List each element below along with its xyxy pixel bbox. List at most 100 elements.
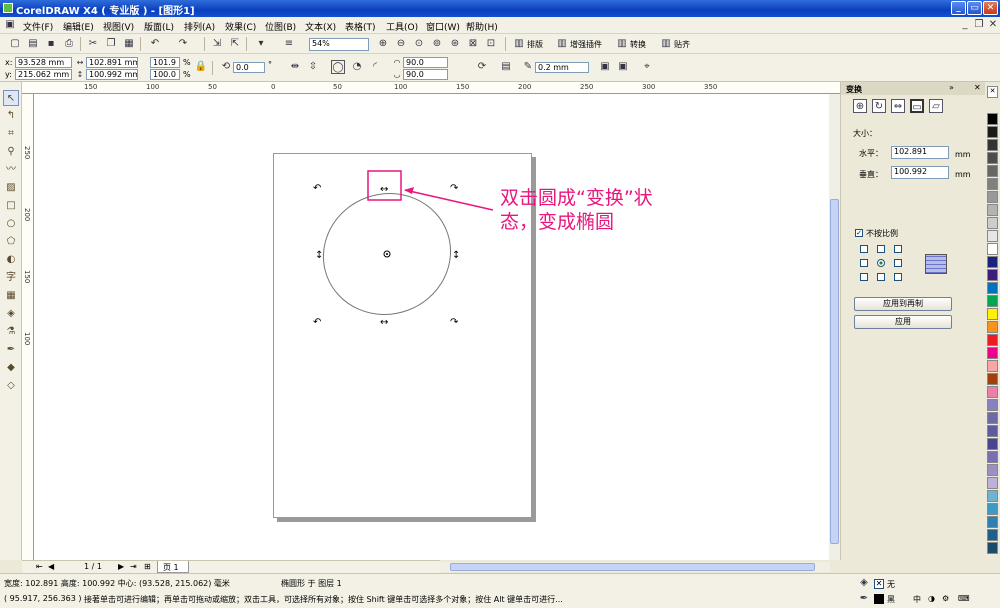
skew-handle-right[interactable]: ↕ [452,250,460,261]
ime-indicator[interactable]: 中 [913,594,921,605]
swatch[interactable] [987,217,998,229]
unit-label-2: mm [955,170,971,179]
swatch[interactable] [987,139,998,151]
docker-close-icon[interactable]: ✕ [974,83,981,92]
swatch-none[interactable]: ✕ [987,86,998,98]
anchor-tr[interactable] [894,245,902,253]
swatch[interactable] [987,542,998,554]
swatch[interactable] [987,438,998,450]
swatch[interactable] [987,113,998,125]
swatch[interactable] [987,386,998,398]
swatch[interactable] [987,269,998,281]
anchor-mr[interactable] [894,259,902,267]
object-info: 椭圆形 于 图层 1 [281,579,342,588]
anchor-center[interactable] [877,259,885,267]
cursor-coordinates: ( 95.917, 256.363 ) [4,594,82,603]
swatch[interactable] [987,425,998,437]
skew-handle-top[interactable]: ↔ [380,184,388,195]
swatch[interactable] [987,295,998,307]
swatch[interactable] [987,152,998,164]
horizontal-scrollbar[interactable] [440,562,830,572]
swatch[interactable] [987,412,998,424]
swatch[interactable] [987,204,998,216]
nonproportional-label: 不按比例 [866,229,898,238]
anchor-bc[interactable] [877,273,885,281]
swatch[interactable] [987,347,998,359]
unit-label: mm [955,150,971,159]
vertical-scroll-thumb[interactable] [830,199,839,544]
outline-label: 黑 [887,595,895,604]
nonproportional-checkbox[interactable]: ✓ [855,229,863,237]
outline-black-swatch[interactable] [874,594,884,604]
swatch[interactable] [987,308,998,320]
swatch[interactable] [987,256,998,268]
page-count: 1 / 1 [84,562,102,571]
swatch[interactable] [987,490,998,502]
last-page-icon[interactable]: ⇥ [130,562,137,571]
skew-tab-icon[interactable]: ▱ [929,99,943,113]
rotate-handle-bl[interactable]: ↶ [313,317,321,328]
next-page-icon[interactable]: ▶ [118,562,124,571]
object-dimensions: 宽度: 102.891 高度: 100.992 中心: (93.528, 215… [4,579,230,588]
rotate-handle-tl[interactable]: ↶ [313,183,321,194]
ime-keyboard-icon[interactable]: ⌨ [958,594,970,603]
horizontal-label: 水平： [859,149,883,158]
ime-settings-icon[interactable]: ⚙ [942,594,949,603]
swatch[interactable] [987,516,998,528]
first-page-icon[interactable]: ⇤ [36,562,43,571]
scale-tab-icon[interactable]: ⇔ [891,99,905,113]
swatch[interactable] [987,282,998,294]
skew-handle-bottom[interactable]: ↔ [380,317,388,328]
swatch[interactable] [987,399,998,411]
swatch[interactable] [987,373,998,385]
add-page-icon[interactable]: ⊞ [144,562,151,571]
swatch[interactable] [987,321,998,333]
docker-expand-icon[interactable]: » [949,83,954,92]
annotation-line-1: 双击圆成“变换”状 [500,187,653,209]
apply-button[interactable]: 应用 [854,315,952,329]
transform-docker: 变换 » ✕ ⊕ ↻ ⇔ ▭ ▱ 大小： 水平： 102.891 mm 垂直： … [840,82,986,560]
swatch[interactable] [987,191,998,203]
anchor-preview-icon [925,254,947,274]
swatch[interactable] [987,178,998,190]
rotate-tab-icon[interactable]: ↻ [872,99,886,113]
anchor-tl[interactable] [860,245,868,253]
swatch[interactable] [987,243,998,255]
anchor-tc[interactable] [877,245,885,253]
anchor-br[interactable] [894,273,902,281]
swatch[interactable] [987,464,998,476]
vertical-size-field[interactable]: 100.992 [891,166,949,179]
swatch[interactable] [987,477,998,489]
horizontal-size-field[interactable]: 102.891 [891,146,949,159]
swatch[interactable] [987,126,998,138]
swatch[interactable] [987,360,998,372]
position-tab-icon[interactable]: ⊕ [853,99,867,113]
fill-none-swatch[interactable]: ✕ [874,579,884,589]
prev-page-icon[interactable]: ◀ [48,562,54,571]
apply-to-duplicate-button[interactable]: 应用到再制 [854,297,952,311]
color-palette: ✕ [985,82,1000,578]
size-tab-icon[interactable]: ▭ [910,99,924,113]
skew-handle-left[interactable]: ↕ [315,250,323,261]
fill-label: 无 [887,580,895,589]
anchor-ml[interactable] [860,259,868,267]
swatch[interactable] [987,230,998,242]
rotate-handle-tr[interactable]: ↷ [450,183,459,194]
page-tab[interactable]: 页 1 [157,561,189,573]
docker-header [841,82,986,95]
swatch[interactable] [987,334,998,346]
anchor-bl[interactable] [860,273,868,281]
docker-title: 变换 [846,85,862,94]
annotation-text: 双击圆成“变换”状 态，变成椭圆 [500,186,653,234]
vertical-scrollbar[interactable] [829,94,840,560]
rotate-handle-br[interactable]: ↷ [450,317,459,328]
swatch[interactable] [987,451,998,463]
size-label: 大小： [853,129,877,138]
annotation-line-2: 态，变成椭圆 [500,211,615,233]
swatch[interactable] [987,165,998,177]
ime-punct-icon[interactable]: ◑ [928,594,935,603]
swatch[interactable] [987,529,998,541]
fill-status-icon: ◈ [860,577,868,588]
horizontal-scroll-thumb[interactable] [450,563,815,571]
swatch[interactable] [987,503,998,515]
